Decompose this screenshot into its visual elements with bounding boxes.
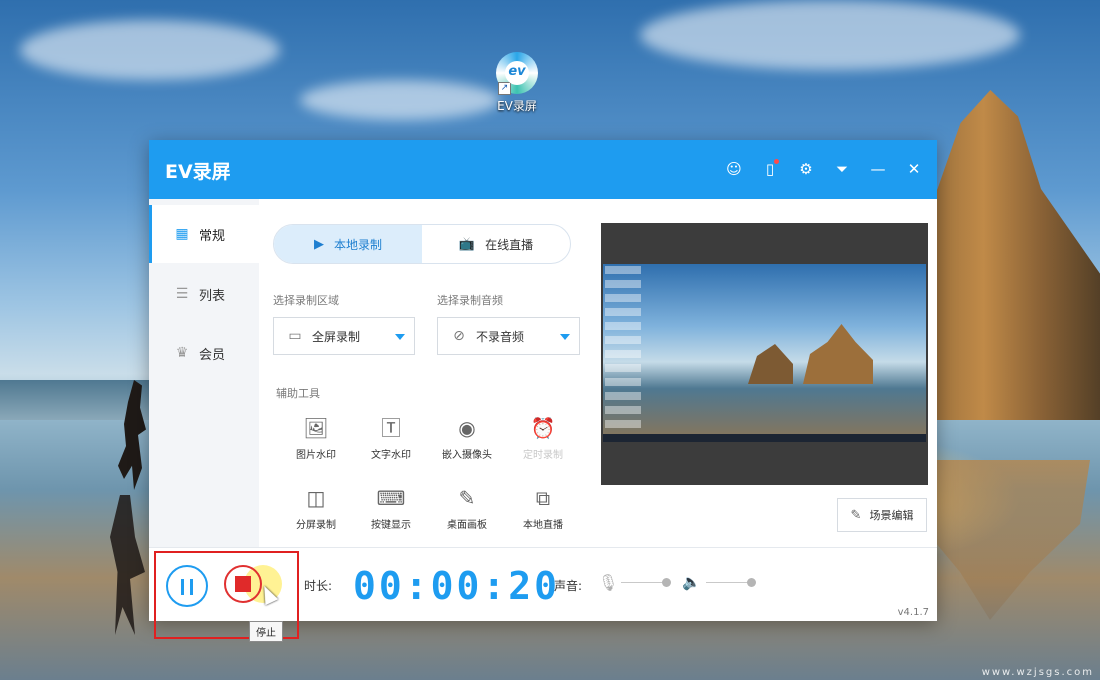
cloud [300,80,500,120]
sidebar-item-label: 常规 [199,228,226,244]
mode-tabs: ▶ 本地录制 📺 在线直播 [273,224,571,264]
audio-label: 选择录制音频 [437,294,503,307]
preview-desktop-icons [605,266,641,431]
tab-local-record[interactable]: ▶ 本地录制 [274,225,422,263]
shortcut-arrow-icon: ↗ [498,82,511,95]
dropdown-icon[interactable]: ⏷ [833,160,851,178]
site-watermark: www.wzjsgs.com [981,667,1094,678]
text-icon: 🅃 [381,416,401,440]
user-icon[interactable]: ☺ [725,160,743,178]
sidebar-item-label: 会员 [199,347,226,363]
monitor-icon: ▭ [288,328,302,344]
tool-label: 桌面画板 [447,520,487,531]
tab-live-stream[interactable]: 📺 在线直播 [422,225,570,263]
duration-label: 时长: [304,579,333,593]
tool-desktop-board[interactable]: ✎ 桌面画板 [434,485,500,531]
app-title: EV录屏 [165,161,231,183]
tool-label: 文字水印 [371,450,411,461]
ev-app-icon: ev ↗ [496,52,538,95]
tool-label: 分屏录制 [296,520,336,531]
region-select[interactable]: ▭ 全屏录制 [273,317,415,355]
screen-preview [601,223,928,485]
sidebar-item-member[interactable]: ♛ 会员 [149,324,259,382]
settings-icon[interactable]: ⚙ [797,160,815,178]
version-label: v4.1.7 [897,607,929,618]
stop-tooltip: 停止 [249,621,283,642]
control-bar: 停止 时长: 00:00:20 声音: 🎙 🔈 v4.1.7 [149,547,937,642]
cloud [20,20,280,80]
tool-embed-webcam[interactable]: ◉ 嵌入摄像头 [434,415,500,461]
chevron-down-icon [395,334,405,340]
titlebar-controls: ☺ ▯ ⚙ ⏷ — ✕ [725,159,923,178]
desktop-shortcut-ev[interactable]: ev ↗ EV录屏 [490,52,544,114]
easel-icon: ✎ [458,486,476,510]
speaker-icon[interactable]: 🔈 [682,573,701,591]
cloud [640,0,1020,70]
titlebar[interactable]: EV录屏 ☺ ▯ ⚙ ⏷ — ✕ [149,140,937,199]
tab-label: 本地录制 [333,237,382,252]
recording-timer: 00:00:20 [353,564,561,608]
crown-icon: ♛ [175,345,189,361]
ev-recorder-window: EV录屏 ☺ ▯ ⚙ ⏷ — ✕ ▦ 常规 ☰ 列表 ♛ 会员 ▶ 本地录制 📺 [149,140,937,642]
sidebar-item-label: 列表 [199,288,226,304]
tool-label: 本地直播 [523,520,563,531]
tool-split-screen[interactable]: ◫ 分屏录制 [283,485,349,531]
play-screen-icon: ⧉ [535,486,551,510]
preview-rock [748,344,793,384]
runner-reflection [110,495,145,635]
preview-desktop-image [603,264,926,442]
region-value: 全屏录制 [312,329,361,344]
preview-rock [803,324,873,384]
close-icon[interactable]: ✕ [905,160,923,178]
slider-knob[interactable] [662,578,671,587]
record-screen-icon: ▶ [313,236,324,252]
list-icon: ☰ [175,286,189,302]
tool-text-watermark[interactable]: 🅃 文字水印 [358,415,424,461]
audio-select[interactable]: ⊘ 不录音频 [437,317,580,355]
microphone-icon[interactable]: 🎙 [598,573,618,592]
image-icon: 🖼 [303,416,329,440]
sidebar-item-list[interactable]: ☰ 列表 [149,265,259,323]
mic-volume-slider[interactable] [621,578,671,587]
chevron-down-icon [560,334,570,340]
desktop-icon-label: EV录屏 [497,99,537,113]
tab-label: 在线直播 [485,237,534,252]
sidebar: ▦ 常规 ☰ 列表 ♛ 会员 [149,199,259,547]
tool-image-watermark[interactable]: 🖼 图片水印 [283,415,349,461]
volume-label: 声音: [554,579,583,593]
tool-local-live[interactable]: ⧉ 本地直播 [510,485,576,531]
tool-label: 图片水印 [296,450,336,461]
split-screen-icon: ◫ [306,486,326,510]
alarm-icon: ⏰ [530,416,556,440]
sidebar-item-general[interactable]: ▦ 常规 [149,205,259,263]
minimize-icon[interactable]: — [869,160,887,178]
scene-edit-button[interactable]: ✎ 场景编辑 [837,498,927,532]
tool-label: 定时录制 [523,450,563,461]
pause-button[interactable] [166,565,208,607]
slider-knob[interactable] [747,578,756,587]
tv-icon: 📺 [458,236,476,252]
muted-audio-icon: ⊘ [453,328,465,344]
audio-value: 不录音频 [476,329,525,344]
edit-icon: ✎ [850,507,862,523]
tool-label: 嵌入摄像头 [442,450,492,461]
notification-icon[interactable]: ▯ [761,159,779,178]
tool-key-display[interactable]: ⌨ 按键显示 [358,485,424,531]
tool-label: 按键显示 [371,520,411,531]
scene-edit-label: 场景编辑 [869,509,914,522]
region-label: 选择录制区域 [273,294,339,307]
stop-button[interactable] [224,565,262,603]
tools-heading: 辅助工具 [276,387,320,400]
speaker-volume-slider[interactable] [706,578,756,587]
webcam-icon: ◉ [458,416,476,440]
grid-icon: ▦ [175,226,189,242]
tool-scheduled-record[interactable]: ⏰ 定时录制 [510,415,576,461]
keyboard-icon: ⌨ [376,486,406,510]
preview-taskbar [603,434,926,442]
